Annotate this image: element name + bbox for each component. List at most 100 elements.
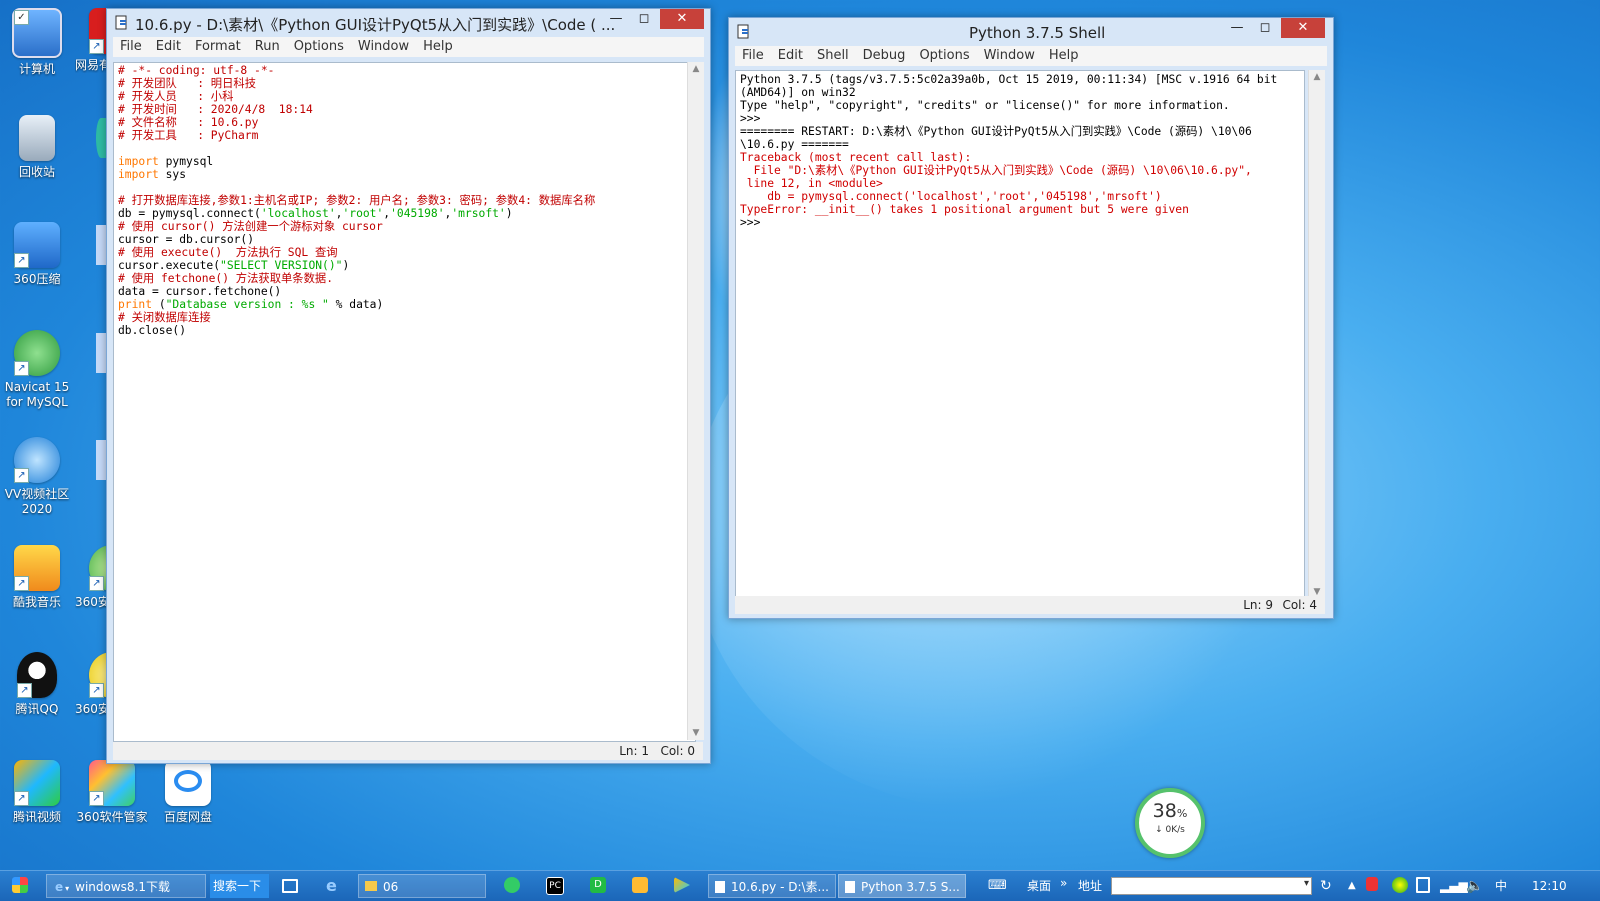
taskbar-editor-item[interactable]: 10.6.py - D:\素... xyxy=(708,874,836,898)
shell-line: (AMD64)] on win32 xyxy=(740,86,1300,99)
editor-menu-file[interactable]: File xyxy=(113,37,149,55)
python-file-icon xyxy=(715,881,725,893)
scroll-down-icon[interactable]: ▼ xyxy=(688,728,704,738)
start-button[interactable] xyxy=(12,877,28,893)
editor-token: ) xyxy=(505,207,513,220)
volume-icon[interactable]: 🔈 xyxy=(1466,874,1483,898)
editor-vertical-scrollbar[interactable]: ▲ ▼ xyxy=(687,62,704,740)
monitor-icon[interactable] xyxy=(282,879,298,893)
address-dropdown-icon[interactable]: ▾ xyxy=(1304,878,1309,889)
editor-line: # 使用 fetchone() 方法获取单条数据. xyxy=(118,272,691,285)
status-column: Col: 0 xyxy=(660,744,695,758)
editor-line: # 开发工具 : PyCharm xyxy=(118,129,691,142)
keyboard-icon[interactable]: ⌨ xyxy=(988,874,1007,898)
maximize-button[interactable]: ◻ xyxy=(630,9,658,29)
shell-menu-shell[interactable]: Shell xyxy=(810,46,856,64)
shell-menu-options[interactable]: Options xyxy=(912,46,976,64)
address-input[interactable]: ▾ xyxy=(1111,877,1312,895)
network-signal-icon[interactable]: ▂▄▆ xyxy=(1440,874,1468,898)
network-speed-widget[interactable]: 38% ↓ 0K/s xyxy=(1135,788,1205,858)
editor-menu-options[interactable]: Options xyxy=(287,37,351,55)
desktop-icon-360-software[interactable]: ↗ 360软件管家 xyxy=(75,760,149,825)
editor-token: # 打开数据库连接,参数1:主机名或IP; 参数2: 用户名; 参数3: 密码;… xyxy=(118,194,596,207)
shell-menu-window[interactable]: Window xyxy=(977,46,1042,64)
editor-line: data = cursor.fetchone() xyxy=(118,285,691,298)
editor-token: db = pymysql.connect( xyxy=(118,207,261,220)
shell-menu-bar: File Edit Shell Debug Options Window Help xyxy=(735,46,1327,66)
scroll-up-icon[interactable]: ▲ xyxy=(1309,72,1325,82)
clock[interactable]: 12:10 xyxy=(1532,874,1567,898)
shell-line: ======== RESTART: D:\素材\《Python GUI设计PyQ… xyxy=(740,125,1300,138)
taskbar-shell-item[interactable]: Python 3.7.5 S... xyxy=(838,874,966,898)
shell-title-bar[interactable]: Python 3.7.5 Shell — ◻ ✕ xyxy=(729,18,1333,46)
shell-menu-edit[interactable]: Edit xyxy=(771,46,810,64)
search-label: 搜索一下 xyxy=(213,879,262,893)
editor-menu-run[interactable]: Run xyxy=(248,37,287,55)
shell-window[interactable]: Python 3.7.5 Shell — ◻ ✕ File Edit Shell De… xyxy=(728,17,1334,619)
desktop-icon-tencent-video[interactable]: ↗ 腾讯视频 xyxy=(0,760,74,825)
shell-menu-help[interactable]: Help xyxy=(1042,46,1086,64)
ie-icon: e xyxy=(55,880,64,894)
shell-line: >>> xyxy=(740,112,1300,125)
editor-menu-window[interactable]: Window xyxy=(351,37,416,55)
recycle-bin-icon xyxy=(19,115,55,161)
desktop-toolbar-label[interactable]: 桌面 xyxy=(1027,874,1051,898)
editor-menu-format[interactable]: Format xyxy=(188,37,248,55)
desktop-icon-baidu-pan[interactable]: 百度网盘 xyxy=(151,760,225,825)
360-browser-icon[interactable] xyxy=(504,877,520,893)
shell-title: Python 3.7.5 Shell xyxy=(969,24,1106,42)
editor-window[interactable]: 10.6.py - D:\素材\《Python GUI设计PyQt5从入门到实践… xyxy=(106,8,711,764)
close-button[interactable]: ✕ xyxy=(1281,18,1325,38)
tray-app-icon[interactable] xyxy=(1366,877,1378,891)
code-editor[interactable]: # -*- coding: utf-8 -*- # 开发团队 : 明日科技 # 开发… xyxy=(113,62,696,742)
shell-token: line 12, in <module> xyxy=(740,177,883,190)
search-button[interactable]: 搜索一下 xyxy=(210,874,269,898)
editor-line: import pymysql xyxy=(118,155,691,168)
shell-status-bar: Ln: 9 Col: 4 xyxy=(735,596,1325,614)
desktop-icon-label: Navicat 15 for MySQL xyxy=(4,380,70,409)
editor-title-bar[interactable]: 10.6.py - D:\素材\《Python GUI设计PyQt5从入门到实践… xyxy=(107,9,710,37)
app-store-icon[interactable] xyxy=(632,877,648,893)
desktop-icon-360zip[interactable]: ↗ 360压缩 xyxy=(0,222,74,287)
desktop-icon-vv[interactable]: ↗ VV视频社区 2020 xyxy=(0,437,74,517)
pycharm-icon[interactable]: PC xyxy=(546,877,564,895)
edge-ie-icon[interactable]: e xyxy=(326,874,337,898)
tray-device-icon[interactable] xyxy=(1416,877,1430,893)
desktop-icon-computer[interactable]: ✓ 计算机 xyxy=(0,8,74,77)
shell-output[interactable]: Python 3.7.5 (tags/v3.7.5:5c02a39a0b, Oc… xyxy=(735,70,1305,601)
desktop-icon-label: 回收站 xyxy=(18,165,55,179)
d-app-icon[interactable]: D xyxy=(590,877,606,893)
shell-vertical-scrollbar[interactable]: ▲ ▼ xyxy=(1308,70,1325,599)
taskbar-ie-item[interactable]: e ▾ windows8.1下载 xyxy=(46,874,206,898)
close-button[interactable]: ✕ xyxy=(660,9,704,29)
desktop-icon-qq[interactable]: ↗ 腾讯QQ xyxy=(0,652,74,717)
editor-menu-edit[interactable]: Edit xyxy=(149,37,188,55)
toolbar-more-chevron[interactable]: » xyxy=(1060,871,1067,895)
editor-line: import sys xyxy=(118,168,691,181)
desktop-icon-label: 计算机 xyxy=(18,62,55,76)
minimize-button[interactable]: — xyxy=(602,9,630,29)
desktop-icon-label: 百度网盘 xyxy=(163,810,212,824)
editor-token: # 文件名称 : 10.6.py xyxy=(118,116,259,129)
hidden-desktop-icon-strip xyxy=(96,118,106,158)
shell-line: Traceback (most recent call last): xyxy=(740,151,1300,164)
editor-menu-help[interactable]: Help xyxy=(416,37,460,55)
shell-menu-debug[interactable]: Debug xyxy=(856,46,913,64)
desktop-icon-recycle-bin[interactable]: 回收站 xyxy=(0,115,74,180)
tray-360-icon[interactable] xyxy=(1392,877,1408,893)
refresh-icon[interactable]: ↻ xyxy=(1320,874,1332,898)
taskbar-folder-item[interactable]: 06 xyxy=(358,874,486,898)
maximize-button[interactable]: ◻ xyxy=(1251,18,1279,38)
editor-token: data = cursor.fetchone() xyxy=(118,285,282,298)
desktop-icon-navicat[interactable]: ↗ Navicat 15 for MySQL xyxy=(0,330,74,410)
scroll-up-icon[interactable]: ▲ xyxy=(688,64,704,74)
shell-menu-file[interactable]: File xyxy=(735,46,771,64)
editor-token: "SELECT VERSION()" xyxy=(220,259,343,272)
editor-token: '045198' xyxy=(390,207,445,220)
tray-expand-icon[interactable]: ▲ xyxy=(1348,874,1356,898)
desktop-icon-label: 腾讯QQ xyxy=(15,702,59,716)
minimize-button[interactable]: — xyxy=(1223,18,1251,38)
ime-indicator[interactable]: 中 xyxy=(1495,874,1507,898)
desktop-icon-kuwo[interactable]: ↗ 酷我音乐 xyxy=(0,545,74,610)
video-play-icon[interactable] xyxy=(674,877,690,893)
